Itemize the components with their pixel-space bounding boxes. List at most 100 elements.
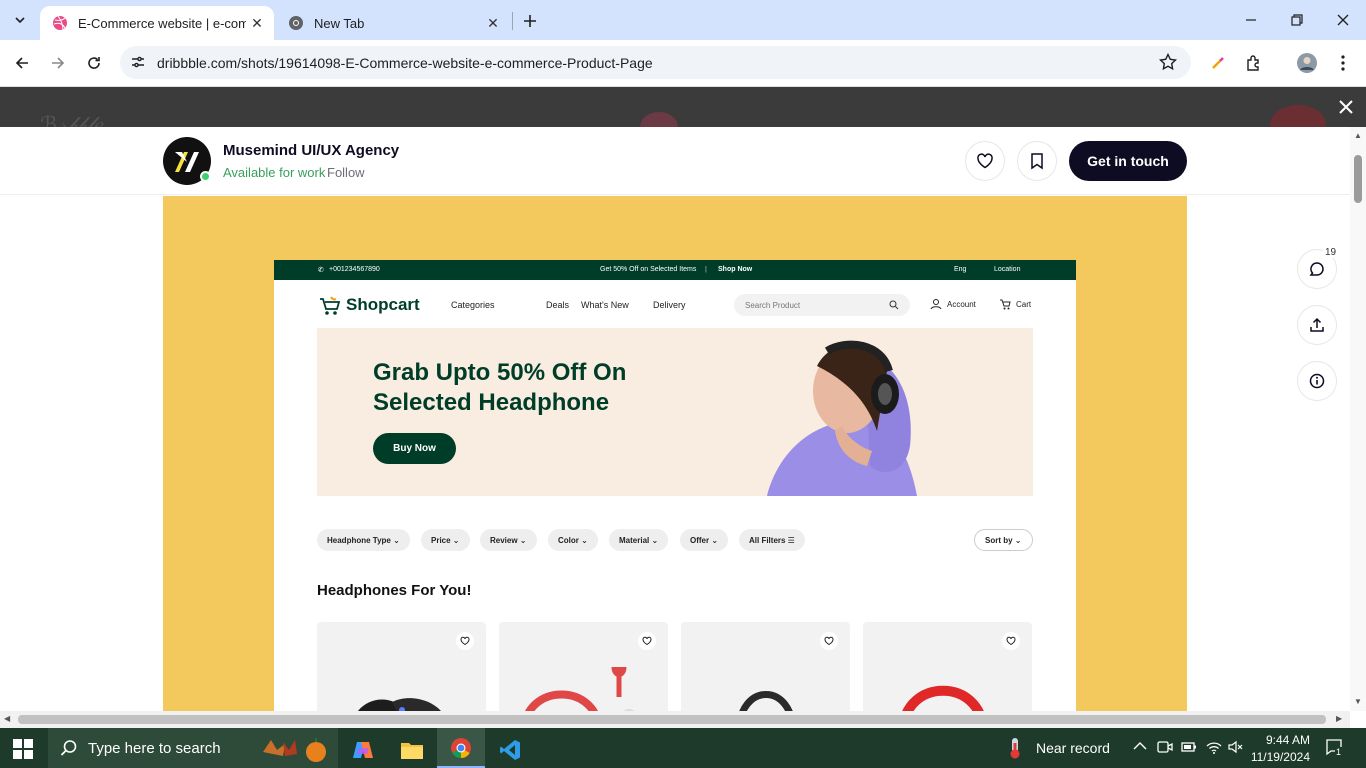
shopcart-hero-banner: Grab Upto 50% Off On Selected Headphone … [317, 328, 1033, 496]
volume-muted-icon[interactable] [1228, 740, 1244, 754]
forward-button[interactable] [47, 52, 69, 74]
color-picker-extension-icon[interactable] [1207, 52, 1229, 74]
online-status-dot [200, 171, 211, 182]
filter-headphone-type: Headphone Type ⌄ [317, 529, 410, 551]
filter-review: Review ⌄ [480, 529, 537, 551]
product-card [863, 622, 1032, 711]
earbuds-image [358, 698, 441, 711]
filter-label: Price [431, 535, 451, 545]
tab-separator [512, 12, 513, 30]
heart-icon [820, 632, 838, 650]
comment-count-badge: 19 [1323, 247, 1339, 258]
clock-date: 11/19/2024 [1250, 750, 1310, 764]
heart-icon [977, 153, 993, 169]
header-divider [0, 194, 1350, 195]
bookmark-icon [1031, 153, 1043, 170]
topbar-phone: +001234567890 [329, 266, 380, 273]
save-button[interactable] [1017, 141, 1057, 181]
product-card [499, 622, 668, 711]
scroll-up-arrow-icon[interactable]: ▲ [1354, 131, 1362, 140]
search-icon [60, 740, 77, 756]
filter-material: Material ⌄ [609, 529, 669, 551]
new-tab-button[interactable] [518, 9, 542, 33]
minimize-icon [1246, 19, 1256, 21]
close-window-button[interactable] [1320, 6, 1366, 34]
scroll-right-arrow-icon[interactable]: ▶ [1336, 714, 1342, 723]
page-backdrop [0, 87, 1366, 127]
heart-icon [638, 632, 656, 650]
browser-menu-icon[interactable] [1332, 52, 1354, 74]
meet-now-icon[interactable] [1157, 740, 1173, 754]
scroll-left-arrow-icon[interactable]: ◀ [4, 714, 10, 723]
tab-dribbble[interactable]: E-Commerce website | e-comm ✕ [40, 6, 274, 40]
tab-title: New Tab [314, 15, 365, 31]
minimize-button[interactable] [1228, 6, 1274, 34]
scrollbar-thumb[interactable] [18, 715, 1326, 724]
taskbar-search-box[interactable]: Type here to search [48, 728, 338, 768]
profile-avatar[interactable] [1296, 52, 1318, 74]
chrome-favicon-icon [288, 15, 304, 31]
info-icon [1309, 373, 1325, 389]
filter-label: Offer [690, 535, 710, 545]
shopcart-cart-logo-icon [318, 294, 342, 316]
show-hidden-icons-chevron-icon[interactable] [1133, 741, 1147, 751]
tab-search-button[interactable] [8, 8, 32, 32]
plus-icon [524, 15, 536, 27]
close-modal-button[interactable] [1336, 97, 1356, 117]
close-icon [1339, 100, 1353, 114]
heart-icon [456, 632, 474, 650]
product-card [317, 622, 486, 711]
wifi-icon[interactable] [1206, 740, 1222, 754]
agency-name[interactable]: Musemind UI/UX Agency [223, 142, 399, 159]
get-in-touch-button[interactable]: Get in touch [1069, 141, 1187, 181]
nav-delivery: Delivery [653, 300, 686, 310]
filter-offer: Offer ⌄ [680, 529, 729, 551]
extensions-puzzle-icon[interactable] [1243, 52, 1265, 74]
taskbar-search-placeholder: Type here to search [88, 739, 221, 757]
shopcart-mockup: ✆ +001234567890 Get 50% Off on Selected … [274, 260, 1076, 711]
topbar-promo: Get 50% Off on Selected Items [600, 266, 697, 273]
horizontal-scrollbar[interactable]: ◀ ▶ [0, 711, 1350, 728]
nav-categories: Categories [451, 300, 495, 310]
windows-start-icon[interactable] [12, 738, 34, 760]
url-text[interactable]: dribbble.com/shots/19614098-E-Commerce-w… [157, 55, 653, 71]
weather-status[interactable]: Near record [1036, 740, 1110, 756]
share-button[interactable] [1297, 305, 1337, 345]
scrollbar-thumb[interactable] [1354, 155, 1362, 203]
restore-icon [1291, 14, 1303, 26]
reload-button[interactable] [83, 52, 105, 74]
hero-buy-now-button: Buy Now [373, 433, 456, 464]
file-explorer-icon[interactable] [388, 732, 436, 768]
sort-by-dropdown: Sort by ⌄ [974, 529, 1033, 551]
site-info-button[interactable] [128, 52, 148, 72]
copilot-icon[interactable] [339, 732, 387, 768]
hero-title: Grab Upto 50% Off On Selected Headphone [373, 359, 627, 416]
taskbar-clock[interactable]: 9:44 AM 11/19/2024 [1246, 732, 1310, 766]
like-button[interactable] [965, 141, 1005, 181]
availability-status[interactable]: Available for work [223, 165, 325, 180]
close-icon [1337, 14, 1349, 26]
topbar-language: Eng [954, 266, 967, 273]
details-button[interactable] [1297, 361, 1337, 401]
bookmark-star-icon[interactable] [1158, 52, 1178, 72]
section-title: Headphones For You! [317, 582, 472, 599]
filter-label: Headphone Type [327, 535, 391, 545]
follow-link[interactable]: Follow [327, 165, 365, 180]
chrome-taskbar-button[interactable] [437, 728, 485, 768]
vscode-icon[interactable] [486, 732, 534, 768]
restore-button[interactable] [1274, 6, 1320, 34]
shopcart-search: Search Product [734, 294, 910, 316]
battery-icon[interactable] [1181, 741, 1197, 753]
topbar-location: Location [994, 266, 1021, 273]
vertical-scrollbar[interactable]: ▲ ▼ [1350, 127, 1366, 711]
close-tab-icon[interactable]: ✕ [246, 12, 268, 34]
notifications-button[interactable]: 1 [1325, 738, 1345, 758]
weather-thermometer-icon[interactable] [1006, 737, 1024, 759]
filter-label: Color [558, 535, 579, 545]
back-button[interactable] [11, 52, 33, 74]
topbar-divider: | [705, 266, 707, 273]
close-tab-icon[interactable]: ✕ [482, 12, 504, 34]
scroll-down-arrow-icon[interactable]: ▼ [1354, 697, 1362, 706]
nav-whats-new: What's New [581, 300, 629, 310]
tab-new-tab[interactable]: New Tab ✕ [278, 6, 510, 40]
